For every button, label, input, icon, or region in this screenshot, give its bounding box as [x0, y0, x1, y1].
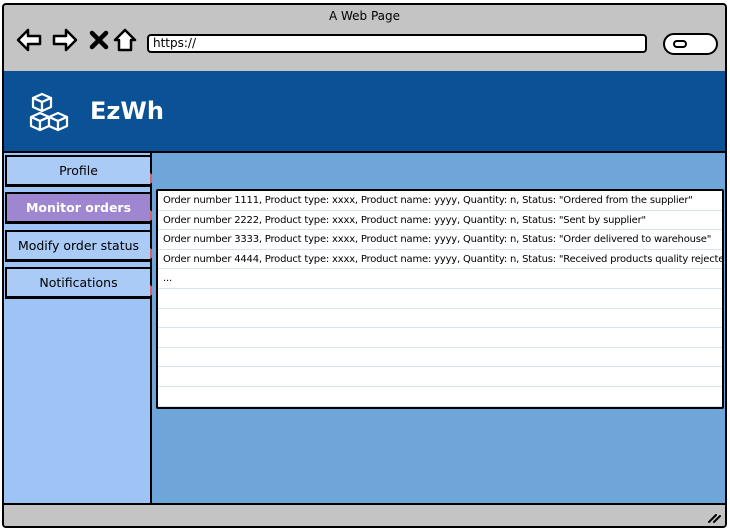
sidebar-item-notifications[interactable]: Notifications: [5, 267, 158, 299]
list-item[interactable]: Order number 2222, Product type: xxxx, P…: [158, 211, 722, 231]
list-item[interactable]: [158, 289, 722, 309]
sidebar-item-label: Modify order status: [17, 238, 140, 253]
search-icon: [673, 40, 687, 48]
list-item[interactable]: ...: [158, 269, 722, 289]
list-item[interactable]: [158, 309, 722, 329]
browser-window: A Web Page https:// EzWh Profile Monitor…: [2, 3, 727, 528]
list-item[interactable]: [158, 328, 722, 348]
main-panel: Order number 1111, Product type: xxxx, P…: [152, 153, 725, 503]
boxes-logo-icon: [29, 92, 69, 132]
list-item[interactable]: Order number 1111, Product type: xxxx, P…: [158, 191, 722, 211]
sidebar-item-profile[interactable]: Profile: [5, 155, 158, 187]
list-item[interactable]: Order number 4444, Product type: xxxx, P…: [158, 250, 722, 270]
app-header: EzWh: [4, 71, 725, 153]
orders-list[interactable]: Order number 1111, Product type: xxxx, P…: [156, 189, 724, 409]
sidebar-item-label: Profile: [59, 163, 98, 178]
list-item[interactable]: [158, 348, 722, 368]
list-item[interactable]: [158, 367, 722, 387]
url-input[interactable]: https://: [147, 34, 647, 53]
search-button[interactable]: [663, 33, 718, 55]
sidebar-item-label: Notifications: [39, 275, 118, 290]
list-item[interactable]: Order number 3333, Product type: xxxx, P…: [158, 230, 722, 250]
back-arrow-icon[interactable]: [16, 27, 42, 53]
sidebar-item-monitor-orders[interactable]: Monitor orders: [5, 192, 158, 224]
resize-grip-icon[interactable]: [707, 511, 721, 523]
window-title: A Web Page: [328, 9, 401, 23]
app-title: EzWh: [90, 97, 164, 125]
sidebar: Profile Monitor orders Modify order stat…: [4, 153, 158, 503]
status-bar: [4, 503, 725, 526]
list-item[interactable]: [158, 387, 722, 407]
close-icon[interactable]: [86, 27, 112, 53]
sidebar-item-modify-order-status[interactable]: Modify order status: [5, 230, 158, 262]
forward-arrow-icon[interactable]: [52, 27, 78, 53]
sidebar-item-label: Monitor orders: [25, 200, 132, 215]
home-icon[interactable]: [112, 27, 138, 53]
